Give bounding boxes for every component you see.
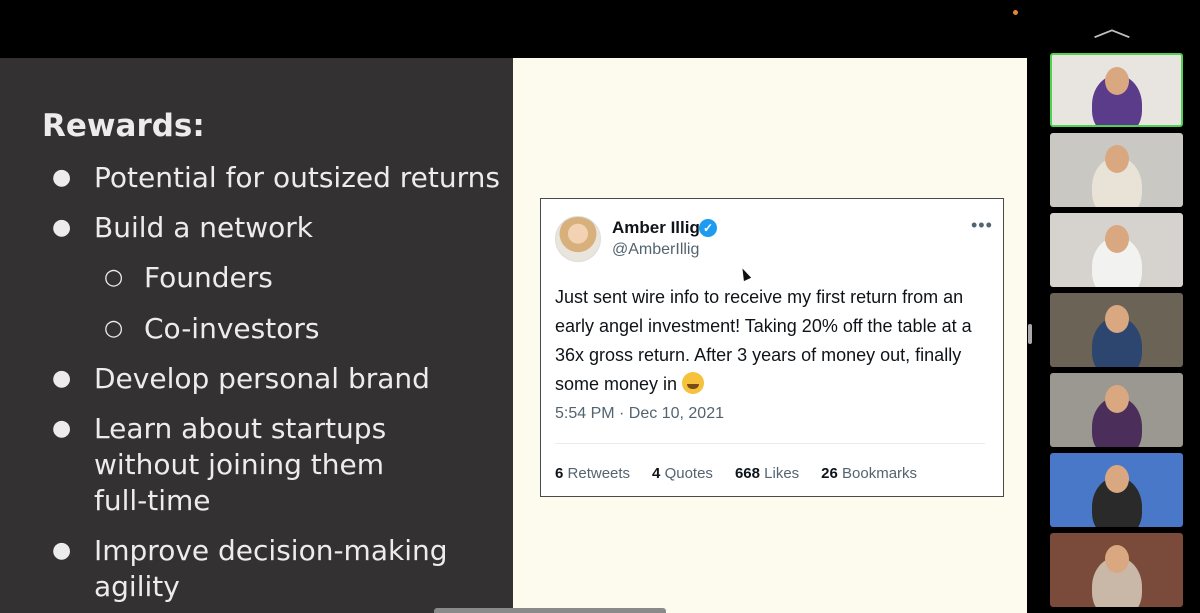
stat-quotes: 4 Quotes	[652, 465, 713, 482]
participant-head	[1104, 145, 1129, 173]
bullet-item: ● Learn about startups	[52, 412, 387, 445]
slide-title: Rewards:	[42, 108, 205, 144]
bullet-item: ● Improve decision-making	[52, 534, 448, 567]
stat-bookmarks: 26 Bookmarks	[821, 465, 918, 482]
bullet-continuation: full-time	[94, 484, 211, 517]
participant-video-4[interactable]	[1050, 293, 1183, 367]
bullet-continuation: without joining them	[94, 448, 385, 481]
divider	[555, 443, 985, 444]
tweet-card: Amber Illig ✓ @AmberIllig ••• Just sent …	[540, 198, 1004, 497]
tweet-text: Just sent wire info to receive my first …	[555, 287, 972, 394]
tweet-body: Just sent wire info to receive my first …	[555, 283, 995, 399]
panel-resize-handle[interactable]	[1028, 324, 1032, 344]
bullet-item: ● Potential for outsized returns	[52, 161, 500, 194]
chevron-up-icon[interactable]: ︿	[1093, 8, 1131, 43]
participant-head	[1104, 545, 1129, 573]
bullet-continuation: agility	[94, 570, 180, 603]
tweet-stats: 6 Retweets 4 Quotes 668 Likes 26 Bookmar…	[555, 465, 917, 482]
tweet-author-name: Amber Illig	[612, 218, 700, 237]
stat-retweets: 6 Retweets	[555, 465, 631, 482]
slide-left-panel: Rewards: ● Potential for outsized return…	[0, 58, 513, 613]
tweet-timestamp: 5:54 PM · Dec 10, 2021	[555, 405, 724, 422]
participant-video-6[interactable]	[1050, 453, 1183, 527]
participant-head	[1104, 305, 1129, 333]
tweet-author-handle: @AmberIllig	[612, 241, 700, 258]
participant-head	[1104, 385, 1129, 413]
sub-bullet-item: ○ Co-investors	[104, 312, 320, 345]
participant-video-1[interactable]	[1050, 53, 1183, 127]
sub-bullet-item: ○ Founders	[104, 261, 273, 294]
top-bar	[0, 0, 1027, 58]
stat-likes: 668 Likes	[734, 465, 800, 482]
avatar	[555, 216, 601, 262]
share-toolbar-handle[interactable]	[434, 608, 666, 613]
participant-head	[1104, 465, 1129, 493]
verified-badge-icon: ✓	[699, 219, 717, 237]
bullet-item: ● Build a network	[52, 211, 313, 244]
bullet-item: ● Develop personal brand	[52, 362, 430, 395]
participant-head	[1104, 225, 1129, 253]
more-options-icon: •••	[971, 215, 993, 235]
recording-indicator	[1013, 10, 1018, 15]
participant-video-2[interactable]	[1050, 133, 1183, 207]
participant-video-5[interactable]	[1050, 373, 1183, 447]
grinning-sweat-emoji-icon	[682, 372, 705, 394]
participant-video-3[interactable]	[1050, 213, 1183, 287]
participant-head	[1104, 67, 1129, 95]
participant-video-7[interactable]	[1050, 533, 1183, 607]
